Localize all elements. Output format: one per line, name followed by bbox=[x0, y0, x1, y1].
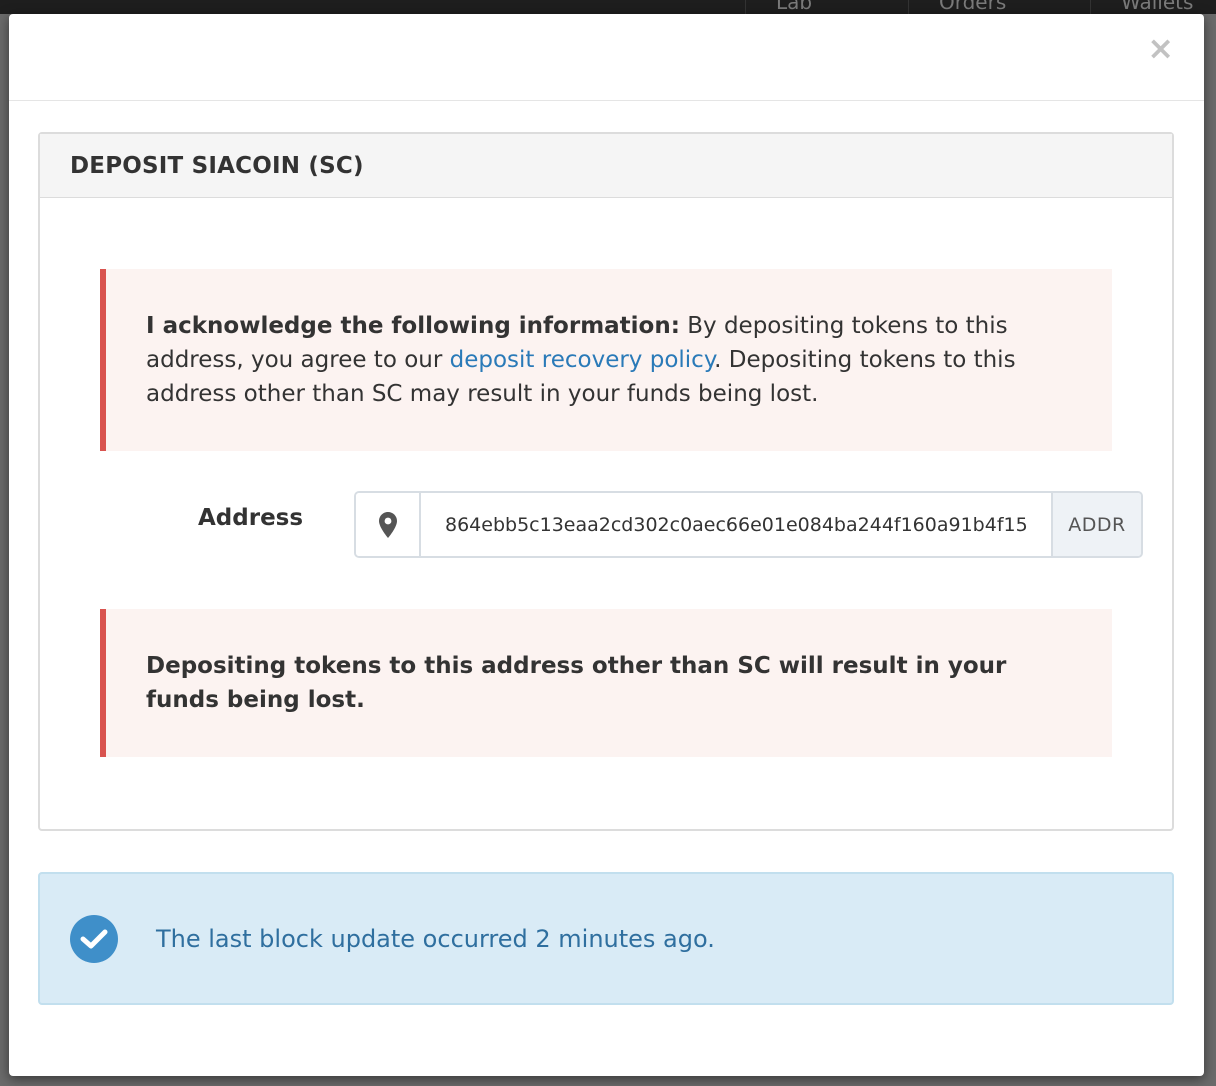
deposit-panel: DEPOSIT SIACOIN (SC) I acknowledge the f… bbox=[38, 132, 1174, 831]
address-addon: ADDR bbox=[1051, 493, 1141, 556]
panel-title: DEPOSIT SIACOIN (SC) bbox=[70, 152, 364, 179]
address-input-group: ADDR bbox=[354, 491, 1143, 558]
acknowledge-strong: I acknowledge the following information: bbox=[146, 313, 680, 339]
address-label: Address bbox=[198, 505, 304, 531]
deposit-recovery-policy-link[interactable]: deposit recovery policy bbox=[450, 347, 715, 373]
check-circle-icon bbox=[70, 914, 118, 963]
nav-item-orders: Orders bbox=[908, 0, 1006, 14]
nav-item-wallets: Wallets bbox=[1090, 0, 1193, 14]
warning-text: Depositing tokens to this address other … bbox=[146, 653, 1007, 713]
panel-heading: DEPOSIT SIACOIN (SC) bbox=[40, 134, 1172, 198]
background-navbar: Lab Orders Wallets bbox=[0, 0, 1216, 14]
map-marker-icon bbox=[356, 493, 421, 556]
block-update-text: The last block update occurred 2 minutes… bbox=[156, 924, 715, 953]
address-field[interactable] bbox=[421, 493, 1051, 556]
close-button[interactable]: × bbox=[1147, 32, 1174, 64]
deposit-modal: × DEPOSIT SIACOIN (SC) I acknowledge the… bbox=[9, 14, 1204, 1076]
warning-callout: Depositing tokens to this address other … bbox=[100, 609, 1112, 757]
nav-item-lab: Lab bbox=[745, 0, 812, 14]
modal-header: × bbox=[9, 14, 1204, 101]
block-update-alert: The last block update occurred 2 minutes… bbox=[38, 872, 1174, 1005]
acknowledge-callout: I acknowledge the following information:… bbox=[100, 269, 1112, 451]
